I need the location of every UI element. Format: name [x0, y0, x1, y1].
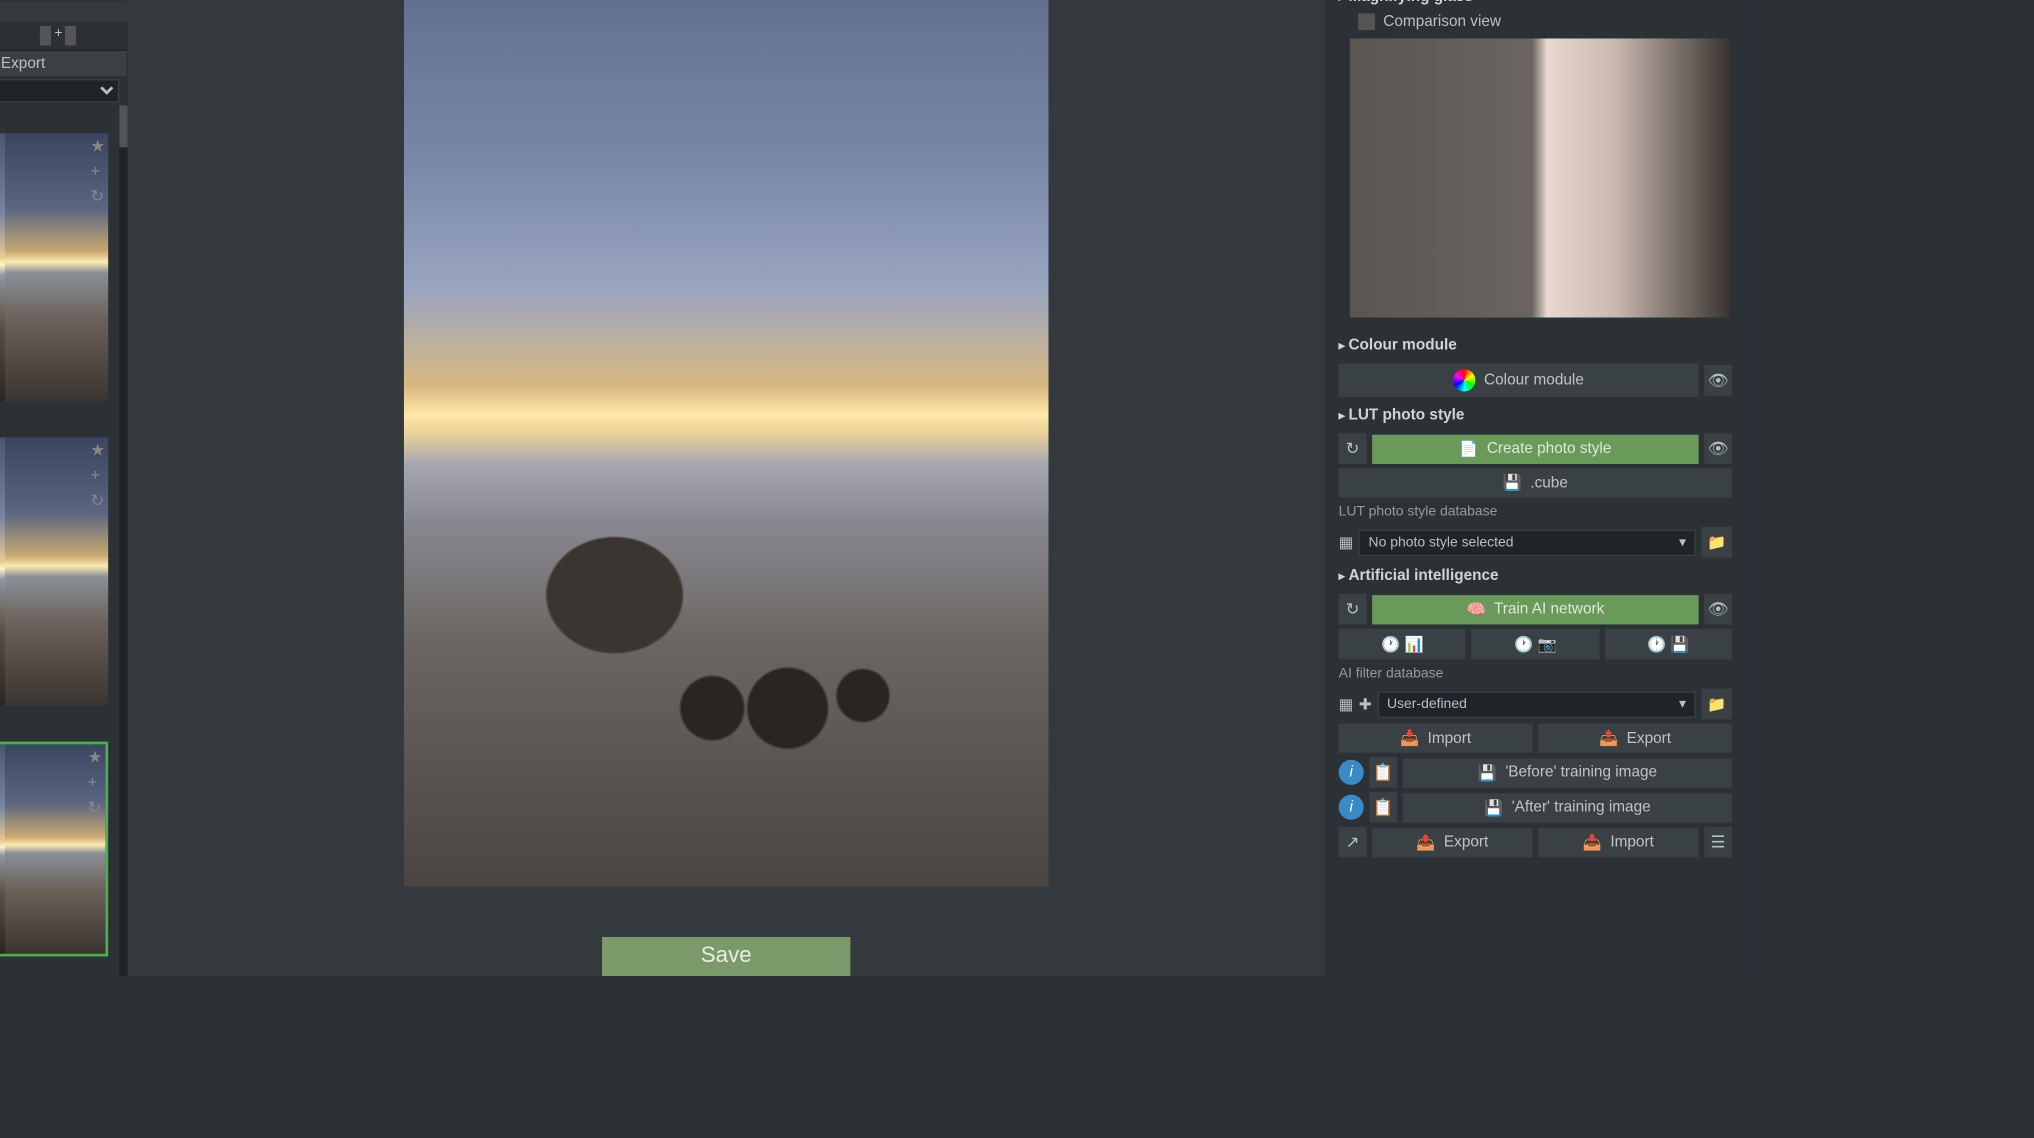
refresh-icon[interactable]: ↻: [1339, 433, 1367, 464]
grid-icon[interactable]: ▦: [1339, 533, 1354, 551]
star-icon[interactable]: ★: [90, 440, 105, 460]
info-icon[interactable]: i: [1339, 760, 1364, 785]
save-icon: 💾: [1670, 635, 1689, 653]
ai-db-label: AI filter database: [1339, 664, 1732, 685]
filter-select[interactable]: - No filter -: [0, 79, 119, 103]
before-image-button[interactable]: 💾'Before' training image: [1403, 758, 1732, 787]
right-panel: Finalise Expert + 🔍 ⤱ − Magnifying glass…: [1325, 0, 1746, 976]
clock-icon: 🕐: [1381, 635, 1400, 653]
section-colour-module[interactable]: Colour module: [1339, 331, 1732, 359]
preset-title-1: Structure Clarity: [0, 410, 119, 438]
list-icon[interactable]: ☰: [1704, 827, 1732, 858]
colour-wheel-icon: [1453, 369, 1475, 391]
eye-icon[interactable]: 👁: [1704, 365, 1732, 396]
export-btn[interactable]: Export: [0, 51, 128, 76]
save-icon: 💾: [1484, 798, 1503, 816]
create-photo-style-button[interactable]: 📄Create photo style: [1372, 434, 1698, 463]
export-icon: 📤: [1416, 833, 1435, 851]
comparison-label: Comparison view: [1383, 13, 1501, 30]
refresh-icon[interactable]: ↻: [88, 797, 103, 817]
favourites-row[interactable]: Favourites: [0, 1, 128, 22]
refresh-icon[interactable]: ↻: [90, 186, 105, 206]
section-lut-style[interactable]: LUT photo style: [1339, 401, 1732, 429]
copy-icon[interactable]: 📋: [1369, 792, 1397, 823]
camera-icon: 📷: [1537, 635, 1556, 653]
preset-list[interactable]: Structure Original ★ + ↻ Structure Clarity…: [0, 105, 128, 976]
export-all-icon[interactable]: ↗: [1339, 827, 1367, 858]
save-icon: 💾: [1503, 474, 1522, 492]
save-icon: 💾: [1478, 763, 1497, 781]
eye-icon[interactable]: 👁: [1704, 594, 1732, 625]
after-image-button[interactable]: 💾'After' training image: [1403, 793, 1732, 822]
preset-title-0: Structure Original: [0, 105, 119, 133]
clock-icon: 🕐: [1514, 635, 1533, 653]
plus-icon[interactable]: +: [90, 465, 105, 485]
plus-icon[interactable]: +: [90, 161, 105, 181]
folder-icon[interactable]: 📁: [1701, 689, 1732, 720]
view-compare-buttons[interactable]: +: [0, 26, 128, 46]
plus-icon[interactable]: +: [88, 772, 103, 792]
import2-button[interactable]: 📥Import: [1538, 827, 1698, 856]
comparison-checkbox[interactable]: [1358, 13, 1375, 30]
refresh-icon[interactable]: ↻: [90, 491, 105, 511]
center-panel: Save: [128, 0, 1325, 976]
add-icon[interactable]: ✚: [1359, 695, 1372, 713]
folder-icon[interactable]: 📁: [1701, 527, 1732, 558]
ai-filter-select[interactable]: User-defined▾: [1377, 691, 1696, 718]
preset-item-1[interactable]: ★ + ↻: [0, 437, 108, 705]
export2-button[interactable]: 📤Export: [1372, 827, 1532, 856]
refresh-icon[interactable]: ↻: [1339, 594, 1367, 625]
star-icon[interactable]: ★: [88, 747, 103, 767]
main-image-preview[interactable]: [404, 0, 1049, 887]
export-icon: 📤: [1599, 729, 1618, 747]
clock-icon: 🕐: [1647, 635, 1666, 653]
ai-history-button[interactable]: 🕐📊: [1339, 629, 1466, 660]
preset-title-2: Structure Soft details: [0, 714, 119, 742]
preset-item-0[interactable]: ★ + ↻: [0, 133, 108, 401]
ai-import-button[interactable]: 📥Import: [1339, 723, 1533, 752]
grid-icon[interactable]: ▦: [1339, 695, 1354, 713]
lut-style-select[interactable]: No photo style selected▾: [1359, 529, 1696, 556]
section-magnify[interactable]: Magnifying glass: [1339, 0, 1732, 11]
colour-module-button[interactable]: Colour module: [1339, 364, 1699, 397]
preset-item-2-selected[interactable]: ★ + ↻: [0, 742, 108, 957]
section-ai[interactable]: Artificial intelligence: [1339, 562, 1732, 590]
chart-icon: 📊: [1404, 635, 1423, 653]
plus-file-icon: 📄: [1459, 440, 1478, 458]
save-button[interactable]: Save: [602, 937, 850, 976]
magnify-preview[interactable]: [1350, 38, 1729, 317]
brain-icon: 🧠: [1466, 600, 1485, 618]
cube-button[interactable]: 💾.cube: [1339, 468, 1732, 497]
copy-icon[interactable]: 📋: [1369, 757, 1397, 788]
left-panel: Default settings All: 24 Custom Structur…: [0, 0, 128, 976]
import-icon: 📥: [1583, 833, 1602, 851]
ai-export-button[interactable]: 📤Export: [1538, 723, 1732, 752]
preset-scrollbar[interactable]: [119, 105, 127, 976]
eye-icon[interactable]: 👁: [1704, 433, 1732, 464]
ai-snapshot-button[interactable]: 🕐📷: [1472, 629, 1599, 660]
star-icon[interactable]: ★: [90, 136, 105, 156]
info-icon[interactable]: i: [1339, 795, 1364, 820]
import-icon: 📥: [1400, 729, 1419, 747]
train-ai-button[interactable]: 🧠Train AI network: [1372, 594, 1698, 623]
ai-save-button[interactable]: 🕐💾: [1605, 629, 1732, 660]
lut-db-label: LUT photo style database: [1339, 502, 1732, 523]
